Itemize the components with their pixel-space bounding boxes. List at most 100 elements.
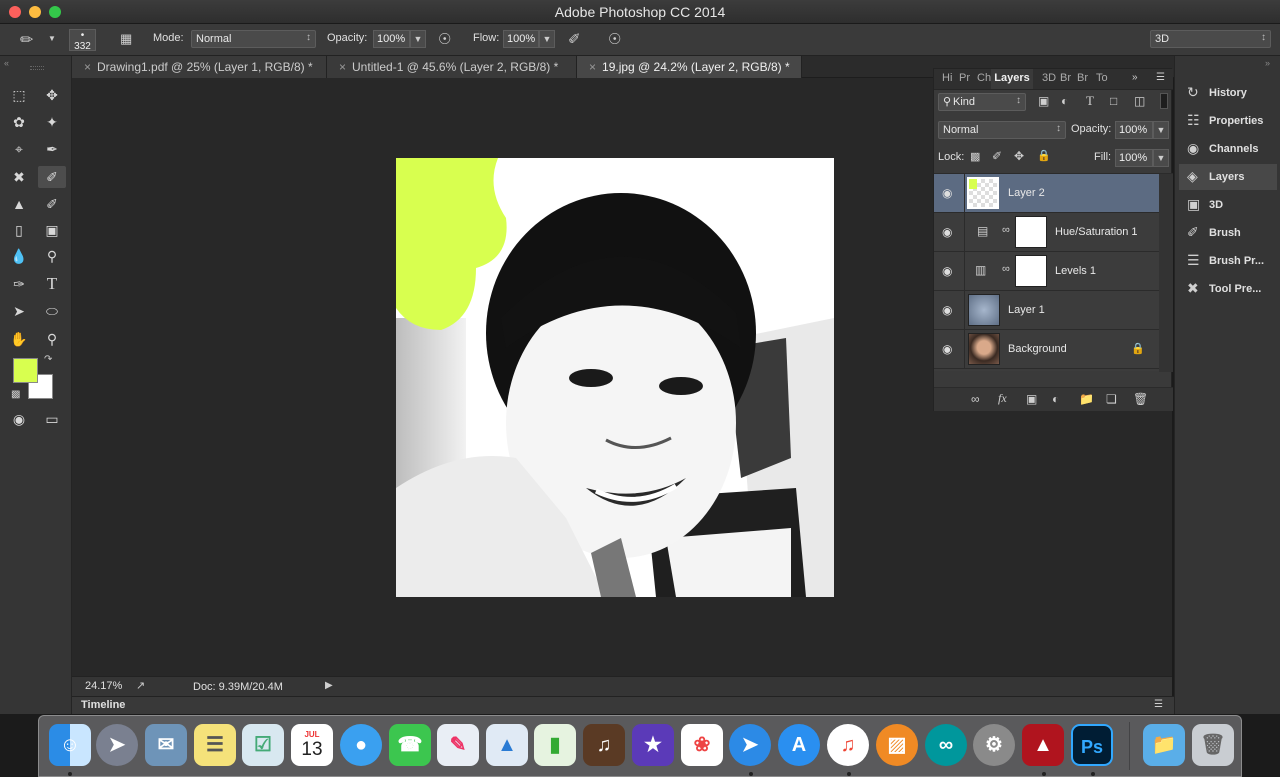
blend-mode-select[interactable]: Normal [938,121,1066,139]
zoom-tool-icon[interactable]: ⚲ [40,328,64,350]
pages-icon[interactable]: ✎ [437,724,479,766]
layer-row-background[interactable]: ◉ Background 🔒 [934,330,1159,369]
launchpad-icon[interactable]: ➤ [96,724,138,766]
history-brush-tool-icon[interactable]: ✐ [40,193,64,215]
tab-19-jpg[interactable]: × 19.jpg @ 24.2% (Layer 2, RGB/8) * [577,56,802,78]
opacity-dropdown-button[interactable]: ▼ [410,30,426,48]
brush-tool-preset-icon[interactable]: ✏ [20,30,33,50]
eyedropper-tool-icon[interactable]: ✒ [40,138,64,160]
toolbox-grip[interactable] [30,66,44,70]
close-tab-icon[interactable]: × [339,60,346,74]
photoshop-icon[interactable]: Ps [1071,724,1113,766]
acrobat-icon[interactable]: ▲ [1022,724,1064,766]
move-tool-icon[interactable]: ✥ [40,84,64,106]
link-layers-icon[interactable]: ∞ [971,392,980,406]
brush-panel-toggle-icon[interactable]: ▦ [120,31,132,47]
add-mask-icon[interactable]: ▣ [1026,392,1037,406]
panel-menu-icon[interactable]: ☰ [1154,699,1163,710]
link-icon[interactable]: ∞ [1002,263,1010,275]
layer-name[interactable]: Layer 1 [1008,304,1045,316]
tab-drawing1[interactable]: × Drawing1.pdf @ 25% (Layer 1, RGB/8) * [72,56,327,78]
expand-panels-icon[interactable]: » [1265,58,1270,68]
eye-icon[interactable]: ◉ [942,186,952,200]
pressure-size-icon[interactable]: ☉ [608,30,621,48]
gradient-tool-icon[interactable]: ▣ [40,219,64,241]
flow-dropdown-button[interactable]: ▼ [539,30,555,48]
zoom-level[interactable]: 24.17% [85,680,122,692]
folder-icon[interactable]: 📁 [1143,724,1185,766]
tab-properties[interactable]: Pr [959,69,970,89]
tab-tool-presets[interactable]: To [1096,69,1108,89]
type-tool-icon[interactable]: T [40,273,64,295]
system-preferences-icon[interactable]: ⚙ [973,724,1015,766]
panel-tool-presets[interactable]: ✖ Tool Pre... [1179,276,1277,302]
filter-smart-object-icon[interactable]: ◫ [1134,94,1145,108]
trash-icon[interactable]: 🗑 [1133,392,1148,406]
lock-pixels-icon[interactable]: ✐ [992,149,1002,163]
facetime-icon[interactable]: ☎ [389,724,431,766]
expand-panel-icon[interactable]: » [1132,72,1138,83]
default-colors-icon[interactable]: ▩ [11,389,20,400]
layer-name[interactable]: Hue/Saturation 1 [1055,226,1138,238]
opacity-input[interactable]: 100% [373,30,410,48]
layer-name[interactable]: Background [1008,343,1067,355]
new-adjustment-layer-icon[interactable]: ◐ [1052,392,1059,406]
new-group-icon[interactable]: 📁 [1079,392,1094,406]
layers-scrollbar[interactable] [1159,174,1173,372]
safari-icon[interactable]: ➤ [729,724,771,766]
path-selection-tool-icon[interactable]: ➤ [7,300,31,322]
dodge-tool-icon[interactable]: ⚲ [40,245,64,267]
chevron-down-icon[interactable]: ▼ [48,34,56,43]
lock-transparent-icon[interactable]: ▩ [970,150,980,163]
lasso-tool-icon[interactable]: ✿ [7,111,31,133]
tab-brush-presets[interactable]: Br [1077,69,1088,89]
arduino-icon[interactable]: ∞ [925,724,967,766]
brush-size-picker[interactable]: • 332 [69,29,96,52]
foreground-color-swatch[interactable] [13,358,38,383]
layer-row-layer-1[interactable]: ◉ Layer 1 [934,291,1159,330]
keynote-icon[interactable]: ▲ [486,724,528,766]
layer-filter-select[interactable]: ⚲ Kind [938,93,1026,111]
filter-pixel-icon[interactable]: ▣ [1038,94,1049,108]
screen-mode-icon[interactable]: ▭ [40,408,64,430]
notes-icon[interactable]: ☰ [194,724,236,766]
filter-shape-icon[interactable]: □ [1110,94,1117,108]
panel-menu-icon[interactable]: ☰ [1156,72,1165,83]
quick-mask-icon[interactable]: ◉ [7,408,31,430]
eye-icon[interactable]: ◉ [942,225,952,239]
panel-properties[interactable]: ☷ Properties [1179,108,1277,134]
garageband-icon[interactable]: ♫ [583,724,625,766]
flow-input[interactable]: 100% [503,30,539,48]
ellipse-tool-icon[interactable]: ⬭ [40,300,64,322]
numbers-icon[interactable]: ▮ [534,724,576,766]
clone-stamp-tool-icon[interactable]: ▲ [7,193,31,215]
eye-icon[interactable]: ◉ [942,264,952,278]
trash-icon[interactable]: 🗑 [1192,724,1234,766]
airbrush-icon[interactable]: ✐ [568,30,581,48]
pressure-opacity-icon[interactable]: ☉ [438,30,451,48]
panel-layers[interactable]: ◈ Layers [1179,164,1277,190]
healing-brush-tool-icon[interactable]: ✖ [7,166,31,188]
brush-tool-icon[interactable]: ✐ [38,166,66,188]
tab-layers[interactable]: Layers [991,69,1033,89]
blur-tool-icon[interactable]: 💧 [7,245,31,267]
eraser-tool-icon[interactable]: ▯ [7,219,31,241]
layer-row-hue-saturation-1[interactable]: ◉ ▤ ∞ Hue/Saturation 1 [934,213,1159,252]
fill-input[interactable]: 100% [1115,149,1153,167]
tab-brush[interactable]: Br [1060,69,1071,89]
workspace-select[interactable]: 3D [1150,30,1271,48]
filter-type-icon[interactable]: T [1086,93,1094,109]
ibooks-icon[interactable]: ▨ [876,724,918,766]
hand-tool-icon[interactable]: ✋ [7,328,31,350]
layer-opacity-input[interactable]: 100% [1115,121,1153,139]
magic-wand-tool-icon[interactable]: ✦ [40,111,64,133]
fx-icon[interactable]: fx [998,391,1007,406]
lock-all-icon[interactable]: 🔒 [1037,149,1051,162]
mail-icon[interactable]: ✉ [145,724,187,766]
panel-history[interactable]: ↻ History [1179,80,1277,106]
filter-toggle-switch[interactable] [1160,93,1168,109]
link-icon[interactable]: ∞ [1002,224,1010,236]
layer-name[interactable]: Levels 1 [1055,265,1096,277]
eye-icon[interactable]: ◉ [942,342,952,356]
tab-channels[interactable]: Ch [977,69,991,89]
